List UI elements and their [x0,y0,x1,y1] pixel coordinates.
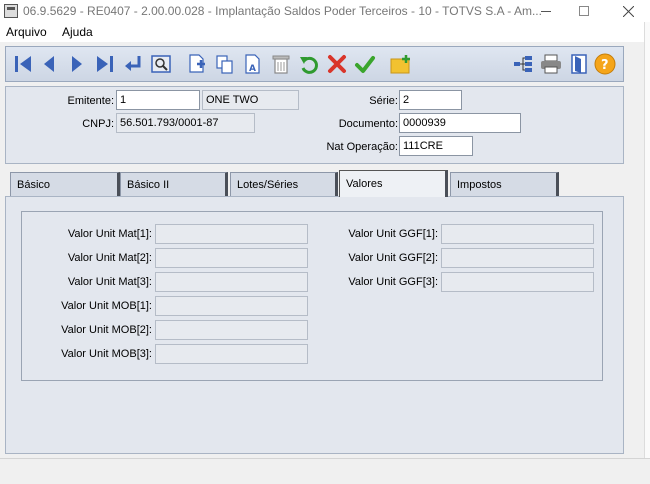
valor-unit-mat-3-field [155,272,308,292]
copy-icon [216,55,233,74]
tab-impostos[interactable]: Impostos [450,172,559,196]
undo-button[interactable] [296,51,322,77]
documento-label: Documento: [338,118,398,130]
goto-button[interactable] [120,51,146,77]
menu-bar: Arquivo Ajuda [0,22,650,42]
delete-button[interactable] [268,51,294,77]
menu-ajuda[interactable]: Ajuda [62,25,93,39]
valor-unit-mob-2-field [155,320,308,340]
valor-unit-mat-1-field [155,224,308,244]
valor-unit-ggf-2-field [441,248,594,268]
search-button[interactable] [148,51,174,77]
next-icon [72,56,82,72]
valor-unit-ggf-3-field [441,272,594,292]
valor-unit-mob-3-field [155,344,308,364]
cnpj-field: 56.501.793/0001-87 [116,113,255,133]
tab-basico[interactable]: Básico [10,172,120,196]
svg-text:?: ? [601,58,609,73]
emitente-name-field: ONE TWO [202,90,299,110]
goto-icon [125,56,141,71]
valor-unit-ggf-1-field [441,224,594,244]
cancel-button[interactable] [324,51,350,77]
hierarchy-button[interactable] [510,51,536,77]
title-bar: 06.9.5629 - RE0407 - 2.00.00.028 - Impla… [0,0,650,22]
tab-valores[interactable]: Valores [339,170,448,197]
help-button[interactable]: ? [592,51,618,77]
status-bar [0,458,650,484]
valor-unit-mat-2-label: Valor Unit Mat[2]: [67,252,152,264]
close-icon [622,5,634,17]
nat-operacao-field[interactable]: 111CRE [399,136,473,156]
svg-text:A: A [249,64,256,74]
serie-label: Série: [369,95,398,107]
new-button[interactable] [184,51,210,77]
window-title: 06.9.5629 - RE0407 - 2.00.00.028 - Impla… [23,4,542,18]
first-record-button[interactable] [10,51,36,77]
toolbar: A ? [5,46,624,82]
minimize-button[interactable] [530,0,562,22]
valor-unit-mat-3-label: Valor Unit Mat[3]: [67,276,152,288]
exit-button[interactable] [566,51,592,77]
cancel-icon [328,55,346,73]
valor-unit-mob-1-label: Valor Unit MOB[1]: [61,300,152,312]
copy-button[interactable] [212,51,238,77]
tab-basico-ii[interactable]: Básico II [120,172,228,196]
valor-unit-mob-3-label: Valor Unit MOB[3]: [61,348,152,360]
valor-unit-ggf-1-label: Valor Unit GGF[1]: [348,228,438,240]
delete-icon [272,55,290,74]
hierarchy-icon [514,56,532,72]
print-icon [541,54,561,74]
minimize-icon [541,10,551,12]
close-button[interactable] [612,0,644,22]
previous-icon [44,56,54,72]
valor-unit-mob-2-label: Valor Unit MOB[2]: [61,324,152,336]
serie-field[interactable]: 2 [399,90,462,110]
valor-unit-mat-1-label: Valor Unit Mat[1]: [67,228,152,240]
app-icon [4,4,18,18]
header-panel: Emitente: 1 ONE TWO CNPJ: 56.501.793/000… [5,86,624,164]
valor-unit-mob-1-field [155,296,308,316]
emitente-field[interactable]: 1 [116,90,200,110]
emitente-label: Emitente: [67,95,114,107]
tab-content-valores: Valor Unit Mat[1]: Valor Unit Mat[2]: Va… [5,196,624,454]
valor-unit-mat-2-field [155,248,308,268]
next-record-button[interactable] [64,51,90,77]
last-icon [97,56,113,72]
tab-lotes-series[interactable]: Lotes/Séries [230,172,338,196]
valor-unit-ggf-3-label: Valor Unit GGF[3]: [348,276,438,288]
save-button[interactable] [352,51,378,77]
undo-icon [300,56,318,74]
documento-field[interactable]: 0000939 [399,113,521,133]
maximize-button[interactable] [568,0,600,22]
exit-icon [571,54,587,74]
add-folder-button[interactable] [388,51,414,77]
edit-button[interactable]: A [240,51,266,77]
save-icon [355,56,375,73]
nat-operacao-label: Nat Operação: [326,141,398,153]
new-icon [189,54,205,73]
last-record-button[interactable] [92,51,118,77]
maximize-icon [579,6,589,16]
previous-record-button[interactable] [36,51,62,77]
edit-icon: A [245,54,260,74]
valores-group: Valor Unit Mat[1]: Valor Unit Mat[2]: Va… [21,211,603,381]
menu-arquivo[interactable]: Arquivo [6,25,47,39]
cnpj-label: CNPJ: [82,118,114,130]
window-edge [644,22,650,484]
valor-unit-ggf-2-label: Valor Unit GGF[2]: [348,252,438,264]
add-folder-icon [390,55,410,74]
print-button[interactable] [538,51,564,77]
search-icon [151,55,171,73]
help-icon: ? [594,53,616,75]
first-icon [15,56,31,72]
